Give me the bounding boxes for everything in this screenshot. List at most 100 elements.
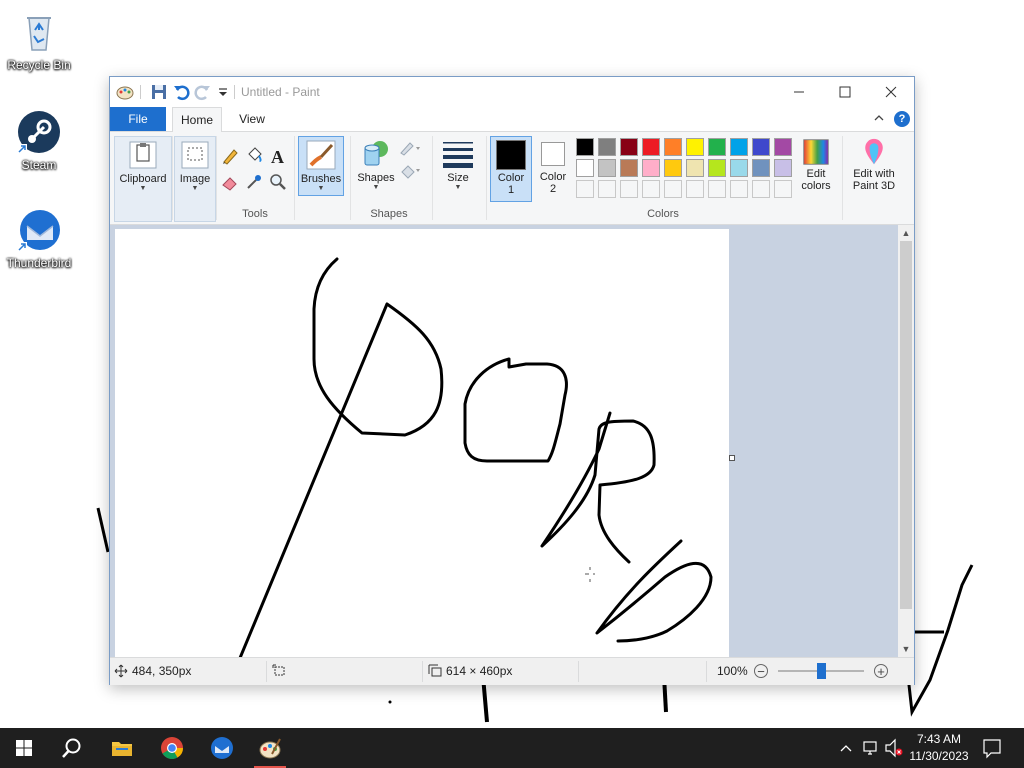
status-bar: 484, 350px 614 × 460px 100% − + — [110, 657, 914, 685]
palette-color-swatch[interactable] — [598, 138, 616, 156]
color-picker-icon[interactable] — [244, 172, 264, 192]
scroll-thumb[interactable] — [900, 241, 912, 609]
palette-color-swatch[interactable] — [708, 159, 726, 177]
magnifier-icon[interactable] — [268, 172, 288, 192]
palette-color-swatch[interactable] — [752, 159, 770, 177]
tab-home[interactable]: Home — [172, 107, 222, 133]
chevron-up-icon[interactable] — [872, 111, 886, 125]
tab-file[interactable]: File — [110, 107, 166, 131]
taskbar-chrome[interactable] — [148, 728, 196, 768]
edit-colors-line2: colors — [801, 180, 831, 192]
text-icon[interactable]: A — [268, 146, 288, 166]
clipboard-icon — [129, 141, 157, 169]
fill-bucket-icon[interactable] — [244, 146, 264, 166]
color1-button[interactable]: Color 1 — [490, 136, 532, 202]
desktop-icon-thunderbird[interactable]: Thunderbird — [4, 206, 74, 270]
taskbar-paint[interactable] — [246, 728, 294, 768]
help-button[interactable]: ? — [894, 111, 910, 127]
vertical-scrollbar[interactable]: ▲ ▼ — [898, 225, 914, 657]
status-separator — [706, 661, 707, 682]
canvas-resize-handle[interactable] — [729, 455, 735, 461]
pencil-icon[interactable] — [220, 146, 240, 166]
eraser-icon[interactable] — [220, 172, 240, 192]
shapes-button[interactable]: Shapes ▼ — [354, 136, 398, 194]
outline-icon[interactable] — [398, 138, 422, 158]
recycle-bin-icon — [27, 17, 51, 51]
size-icon — [443, 142, 473, 168]
drawing-canvas[interactable] — [115, 229, 729, 657]
folder-icon — [112, 742, 132, 756]
palette-color-swatch[interactable] — [576, 138, 594, 156]
network-icon[interactable] — [862, 728, 880, 768]
palette-color-swatch[interactable] — [686, 159, 704, 177]
palette-custom-slot[interactable] — [620, 180, 638, 198]
show-hidden-icons-icon[interactable] — [838, 728, 854, 768]
palette-color-swatch[interactable] — [620, 138, 638, 156]
palette-color-swatch[interactable] — [774, 138, 792, 156]
zoom-out-button[interactable]: − — [754, 664, 768, 678]
palette-color-swatch[interactable] — [598, 159, 616, 177]
palette-color-swatch[interactable] — [664, 138, 682, 156]
palette-color-swatch[interactable] — [686, 138, 704, 156]
palette-color-swatch[interactable] — [576, 159, 594, 177]
scroll-down-arrow[interactable]: ▼ — [898, 641, 914, 657]
zoom-slider-thumb[interactable] — [817, 663, 826, 679]
palette-custom-slot[interactable] — [598, 180, 616, 198]
taskbar-file-explorer[interactable] — [98, 728, 146, 768]
palette-color-swatch[interactable] — [752, 138, 770, 156]
desktop-icon-recycle-bin[interactable]: Recycle Bin — [4, 8, 74, 72]
palette-color-swatch[interactable] — [664, 159, 682, 177]
start-button[interactable] — [0, 728, 48, 768]
palette-custom-slot[interactable] — [664, 180, 682, 198]
palette-custom-slot[interactable] — [708, 180, 726, 198]
paint-app-icon[interactable] — [116, 83, 134, 101]
fill-icon[interactable] — [398, 160, 422, 180]
undo-icon[interactable] — [172, 83, 190, 101]
palette-color-swatch[interactable] — [620, 159, 638, 177]
palette-custom-slot[interactable] — [576, 180, 594, 198]
palette-color-swatch[interactable] — [642, 159, 660, 177]
palette-color-swatch[interactable] — [642, 138, 660, 156]
palette-custom-slot[interactable] — [774, 180, 792, 198]
taskbar-clock[interactable]: 7:43 AM 11/30/2023 — [906, 731, 972, 765]
notifications-icon[interactable] — [982, 728, 1002, 768]
clipboard-button[interactable]: Clipboard ▼ — [114, 136, 172, 222]
close-button[interactable] — [868, 77, 914, 107]
save-icon[interactable] — [150, 83, 168, 101]
minimize-button[interactable] — [776, 77, 822, 107]
window-title: Untitled - Paint — [241, 85, 320, 99]
palette-color-swatch[interactable] — [730, 138, 748, 156]
zoom-in-button[interactable]: + — [874, 664, 888, 678]
size-button[interactable]: Size ▼ — [436, 136, 480, 194]
palette-color-swatch[interactable] — [730, 159, 748, 177]
palette-custom-slot[interactable] — [642, 180, 660, 198]
palette-color-swatch[interactable] — [774, 159, 792, 177]
edit-colors-button[interactable]: Edit colors — [796, 136, 836, 200]
palette-custom-slot[interactable] — [752, 180, 770, 198]
edit-colors-line1: Edit — [806, 168, 826, 180]
volume-muted-icon[interactable] — [884, 728, 904, 768]
image-button[interactable]: Image ▼ — [174, 136, 216, 222]
edit-with-paint3d-button[interactable]: Edit with Paint 3D — [846, 136, 902, 200]
color2-button[interactable]: Color 2 — [534, 136, 572, 200]
redo-icon[interactable] — [194, 83, 212, 101]
thunderbird-icon — [17, 210, 60, 252]
maximize-button[interactable] — [822, 77, 868, 107]
shapes-icon — [364, 141, 388, 166]
color2-swatch — [541, 142, 565, 166]
palette-custom-slot[interactable] — [730, 180, 748, 198]
group-separator — [350, 136, 351, 220]
tab-view[interactable]: View — [230, 107, 274, 131]
palette-custom-slot[interactable] — [686, 180, 704, 198]
scroll-up-arrow[interactable]: ▲ — [898, 225, 914, 241]
desktop-icon-steam[interactable]: Steam — [4, 108, 74, 172]
status-separator — [266, 661, 267, 682]
colors-group-label: Colors — [647, 208, 679, 220]
canvas-area[interactable] — [110, 225, 898, 657]
palette-color-swatch[interactable] — [708, 138, 726, 156]
customize-quick-access-icon[interactable] — [214, 83, 232, 101]
taskbar-thunderbird[interactable] — [198, 728, 246, 768]
brushes-label: Brushes — [300, 173, 342, 185]
search-button[interactable] — [48, 728, 96, 768]
brushes-button[interactable]: Brushes ▼ — [298, 136, 344, 196]
